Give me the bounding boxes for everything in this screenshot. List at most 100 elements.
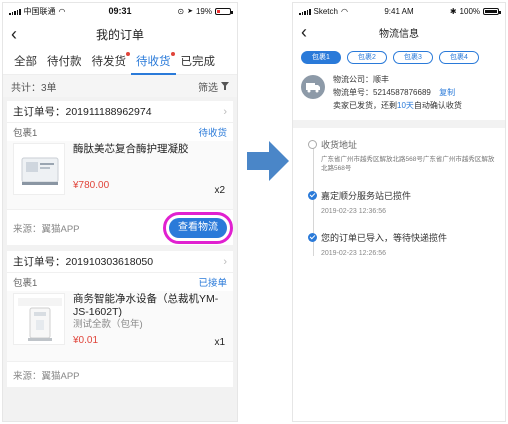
- notice-text: 卖家已发货，还剩: [333, 101, 397, 110]
- timeline-title: 嘉定顺分服务站已揽件: [321, 191, 412, 201]
- timeline-time: 2019-02-23 12:26:56: [321, 250, 386, 257]
- flow-arrow-icon: [247, 141, 289, 181]
- order-count: 共计：3单: [11, 82, 57, 94]
- tab-label: 待付款: [47, 56, 82, 68]
- package-label: 包裹1: [13, 128, 38, 139]
- carrier-info-card: 物流公司：顺丰 物流单号：5214587876689 复制 卖家已发货，还剩10…: [293, 69, 505, 120]
- check-circle-icon: [308, 233, 317, 242]
- days-remaining: 10天: [397, 101, 414, 110]
- tracking-number: 物流单号：5214587876689: [333, 88, 431, 97]
- page-title: 物流信息: [379, 28, 419, 40]
- tab-label: 待收货: [136, 56, 171, 68]
- status-time: 09:31: [108, 6, 132, 16]
- tab-completed[interactable]: 已完成: [176, 51, 221, 73]
- logistics-screen: Sketch ◠ 9:41 AM ✱ 100% ‹ 物流信息 包裹1 包裹2 包…: [292, 2, 506, 422]
- bluetooth-icon: ✱: [449, 6, 457, 16]
- filter-icon: [221, 82, 229, 90]
- address-dot-icon: [308, 140, 317, 149]
- order-card[interactable]: 主订单号：201911188962974 › 包裹1 待收货 酶肽美芯复合酶护理…: [7, 101, 233, 245]
- filter-label: 筛选: [198, 82, 218, 94]
- orders-screen: 中国联通 ◠ 09:31 ⊙ ➤ 19% ‹ 我的订单 全部 待付款 待发货 待…: [2, 2, 238, 422]
- order-source: 来源：翼猫APP: [13, 370, 80, 382]
- carrier-name: 中国联通: [23, 6, 56, 16]
- tab-label: 已完成: [180, 56, 216, 68]
- tab-all[interactable]: 全部: [9, 51, 42, 73]
- chevron-right-icon: ›: [223, 255, 227, 268]
- filter-button[interactable]: 筛选: [198, 79, 229, 94]
- tab-label: 全部: [14, 56, 37, 68]
- battery-level: [485, 9, 498, 13]
- auto-confirm-notice: 卖家已发货，还剩10天自动确认收货: [333, 99, 462, 112]
- order-source: 来源：翼猫APP: [13, 223, 80, 235]
- product-image: [13, 293, 65, 345]
- chevron-left-icon: ‹: [301, 22, 307, 42]
- copy-button[interactable]: 复制: [439, 88, 455, 97]
- timeline-item: 嘉定顺分服务站已揽件 2019-02-23 12:36:56: [303, 189, 495, 215]
- package-tab-4[interactable]: 包裹4: [439, 50, 479, 64]
- timeline-title: 您的订单已导入，等待快递揽件: [321, 233, 448, 243]
- order-card[interactable]: 主订单号：201910303618050 › 包裹1 已接单 商务智能净水设备（…: [7, 251, 233, 387]
- order-footer: 来源：翼猫APP 查看物流: [7, 209, 233, 245]
- battery-percent: 19%: [195, 6, 212, 16]
- battery-level: [217, 9, 220, 13]
- battery-percent: 100%: [459, 6, 481, 16]
- status-time: 9:41 AM: [384, 6, 414, 16]
- order-header: 主订单号：201910303618050 ›: [7, 251, 233, 273]
- timeline-time: 2019-02-23 12:36:56: [321, 208, 386, 215]
- order-footer: 来源：翼猫APP: [7, 361, 233, 387]
- order-number: 主订单号：201911188962974: [13, 106, 152, 118]
- order-header: 主订单号：201911188962974 ›: [7, 101, 233, 123]
- timeline-title: 收货地址: [321, 140, 358, 150]
- timeline-detail: 广东省广州市越秀区解放北路568号广东省广州市越秀区解放北路568号: [321, 156, 495, 172]
- status-bar: 中国联通 ◠ 09:31 ⊙ ➤ 19%: [3, 3, 237, 19]
- order-summary: 共计：3单 筛选: [3, 75, 237, 97]
- battery-icon: [215, 7, 233, 15]
- back-button[interactable]: ‹: [301, 23, 319, 41]
- tab-pending-receipt[interactable]: 待收货: [131, 51, 176, 75]
- battery-icon: [483, 7, 502, 15]
- notification-dot: [126, 52, 130, 56]
- package-row: 包裹1 已接单: [7, 273, 233, 291]
- product-price: ¥0.01: [73, 335, 99, 346]
- nav-bar: ‹ 我的订单: [3, 19, 237, 49]
- tracking-timeline: 收货地址 广东省广州市越秀区解放北路568号广东省广州市越秀区解放北路568号 …: [293, 128, 505, 421]
- product-box-icon: [21, 157, 59, 185]
- wifi-icon: ◠: [58, 6, 66, 16]
- notification-dot: [170, 52, 175, 56]
- water-purifier-icon: [18, 298, 62, 341]
- tab-label: 待发货: [91, 56, 127, 68]
- product-price: ¥780.00: [73, 180, 110, 191]
- package-tabs: 包裹1 包裹2 包裹3 包裹4: [293, 45, 505, 69]
- package-tab-1[interactable]: 包裹1: [301, 50, 341, 64]
- tab-pending-shipment[interactable]: 待发货: [87, 51, 132, 73]
- location-icon: ➤: [187, 8, 193, 15]
- package-row: 包裹1 待收货: [7, 123, 233, 141]
- package-tab-2[interactable]: 包裹2: [347, 50, 387, 64]
- order-item[interactable]: 酶肽美芯复合酶护理凝胶 ¥780.00 x2: [7, 141, 233, 209]
- product-quantity: x2: [214, 185, 225, 196]
- back-button[interactable]: ‹: [11, 25, 29, 43]
- view-logistics-button[interactable]: 查看物流: [163, 211, 233, 244]
- package-tab-3[interactable]: 包裹3: [393, 50, 433, 64]
- signal-icon: [299, 8, 311, 15]
- timeline-item: 收货地址 广东省广州市越秀区解放北路568号广东省广州市越秀区解放北路568号: [303, 138, 495, 173]
- orientation-lock-icon: ⊙: [177, 6, 185, 16]
- order-number: 主订单号：201910303618050: [13, 256, 154, 268]
- order-status: 已接单: [198, 278, 227, 289]
- package-label: 包裹1: [13, 278, 38, 289]
- tab-pending-payment[interactable]: 待付款: [42, 51, 87, 73]
- carrier-company: 物流公司：顺丰: [333, 75, 389, 84]
- chevron-left-icon: ‹: [11, 24, 17, 44]
- product-name: 酶肽美芯复合酶护理凝胶: [73, 143, 189, 155]
- page-title: 我的订单: [95, 27, 144, 42]
- carrier-name: Sketch: [313, 6, 338, 16]
- product-spec: 测试全款（包年): [73, 319, 143, 330]
- status-bar: Sketch ◠ 9:41 AM ✱ 100%: [293, 3, 505, 19]
- truck-icon: [301, 75, 325, 99]
- timeline-item: 您的订单已导入，等待快递揽件 2019-02-23 12:26:56: [303, 231, 495, 257]
- product-name: 商务智能净水设备（总裁机YM-JS-1602T): [73, 293, 219, 318]
- order-item[interactable]: 商务智能净水设备（总裁机YM-JS-1602T) 测试全款（包年) ¥0.01 …: [7, 291, 233, 361]
- signal-icon: [9, 8, 21, 15]
- wifi-icon: ◠: [340, 6, 348, 16]
- order-status: 待收货: [198, 128, 227, 139]
